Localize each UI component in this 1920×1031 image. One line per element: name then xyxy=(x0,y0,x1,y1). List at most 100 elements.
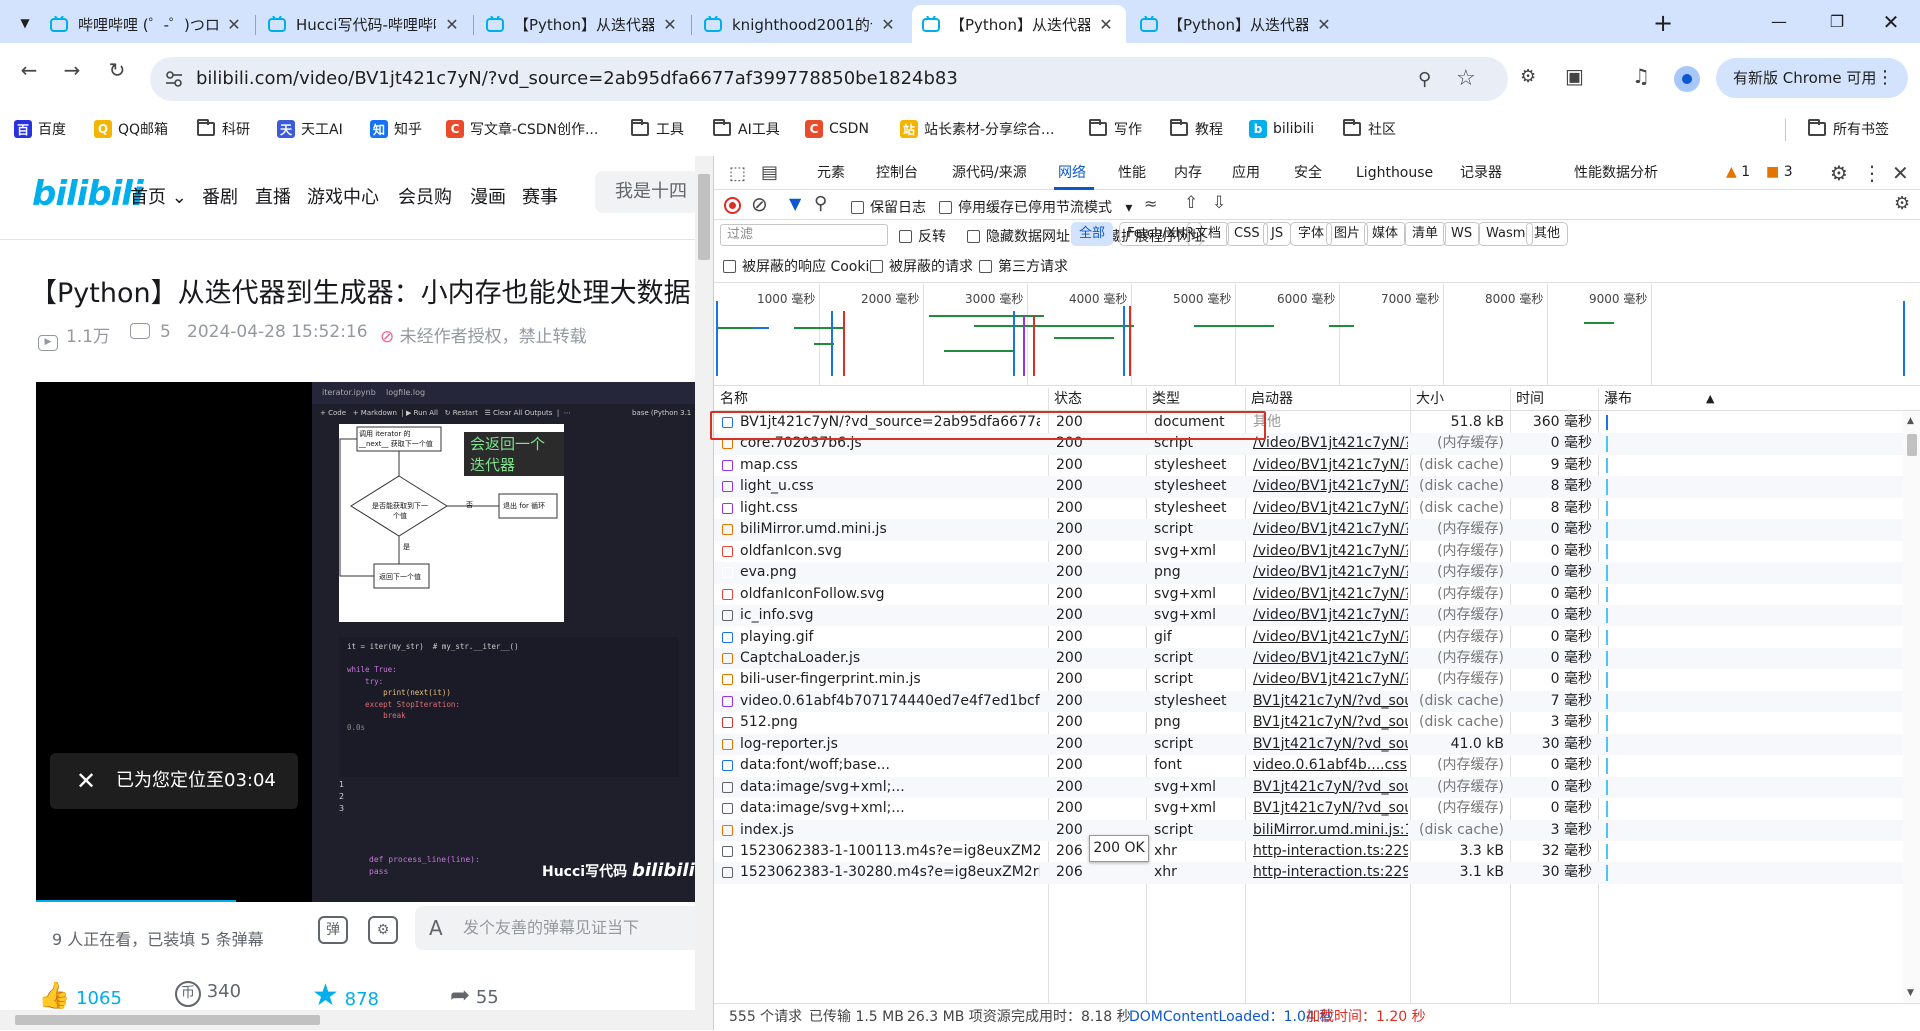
request-row[interactable]: oldfanIconFollow.svg 200 svg+xml/video/BV1… xyxy=(714,584,1920,605)
coin-button[interactable]: 币 340 xyxy=(175,981,241,1007)
tab-search-button[interactable]: ▼ xyxy=(10,9,40,37)
scrollbar-thumb[interactable] xyxy=(15,1015,320,1025)
type-filter-chip[interactable]: 图片 xyxy=(1326,222,1369,246)
throttling-select[interactable]: 已停用节流模式 ▾ xyxy=(1014,197,1132,217)
request-row[interactable]: core.702037b6.js 200 script/video/BV1jt421… xyxy=(714,433,1920,455)
request-row[interactable]: data:image/svg+xml;... 200 svg+xml BV1jt421… xyxy=(714,776,1920,799)
request-initiator[interactable]: BV1jt421c7yN/?vd_source... xyxy=(1253,712,1408,733)
blocked-requests-checkbox[interactable]: 被屏蔽的请求 xyxy=(870,256,973,276)
request-initiator[interactable]: /video/BV1jt421c7yN/?vd ... xyxy=(1253,433,1408,454)
request-row[interactable]: BV1jt421c7yN/?vd_source=2ab95dfa6677af39… xyxy=(714,412,1920,433)
browser-tab[interactable]: 【Python】从迭代器到生成 ✕ xyxy=(912,5,1126,43)
warnings-badge[interactable]: ▲ 1 xyxy=(1726,164,1750,180)
request-initiator[interactable]: biliMirror.umd.mini.js:1 xyxy=(1253,820,1408,841)
type-filter-chip[interactable]: JS xyxy=(1263,222,1292,246)
third-party-checkbox[interactable]: 第三方请求 xyxy=(979,256,1068,276)
danmaku-settings-icon[interactable]: ⚙ xyxy=(368,916,398,944)
network-settings-icon[interactable]: ⚙ xyxy=(1894,193,1910,214)
devtools-tab[interactable]: 元素 xyxy=(817,156,845,190)
extensions-icon[interactable]: ⚙ xyxy=(1520,66,1544,90)
type-filter-chip[interactable]: 全部 xyxy=(1071,222,1114,246)
media-icon[interactable]: ♫ xyxy=(1632,64,1650,88)
col-size[interactable]: 大小 xyxy=(1416,388,1444,410)
favorite-button[interactable]: ★ 878 xyxy=(312,978,379,1013)
browser-tab[interactable]: Hucci写代码-哔哩哔哩_bili ✕ xyxy=(258,5,472,43)
devtools-tab[interactable]: 源代码/来源 xyxy=(952,156,1027,190)
hide-data-urls-checkbox[interactable]: 隐藏数据网址 xyxy=(967,226,1070,246)
request-row[interactable]: oldfanIcon.svg 200 svg+xml/video/BV1jt421c… xyxy=(714,541,1920,562)
bookmark-item[interactable]: 知知乎 xyxy=(370,115,422,143)
browser-tab[interactable]: 【Python】从迭代器到生成 ✕ xyxy=(1130,5,1344,43)
request-row[interactable]: video.0.61abf4b707174440ed7e4f7ed1bcf673… xyxy=(714,690,1920,713)
minimize-icon[interactable]: — xyxy=(1750,0,1808,43)
request-initiator[interactable]: /video/BV1jt421c7yN/?vd ... xyxy=(1253,498,1408,519)
request-row[interactable]: data:image/svg+xml;... 200 svg+xml BV1jt421… xyxy=(714,798,1920,819)
request-initiator[interactable]: /video/BV1jt421c7yN/?vd ... xyxy=(1253,648,1408,669)
search-icon[interactable]: ⚲ xyxy=(814,193,827,214)
browser-tab[interactable]: knighthood2001的个人空间 ✕ xyxy=(694,5,908,43)
request-initiator[interactable]: BV1jt421c7yN/?vd_source... xyxy=(1253,777,1408,798)
request-initiator[interactable]: /video/BV1jt421c7yN/?vd ... xyxy=(1253,669,1408,690)
bookmark-item[interactable]: 天天工AI xyxy=(277,115,343,143)
bookmark-item[interactable]: 教程 xyxy=(1170,115,1223,143)
url-text[interactable]: bilibili.com/video/BV1jt421c7yN/?vd_sour… xyxy=(196,57,958,101)
back-icon[interactable]: ← xyxy=(12,53,46,87)
request-initiator[interactable]: /video/BV1jt421c7yN/?vd ... xyxy=(1253,476,1408,497)
update-chrome-button[interactable]: 有新版 Chrome 可用 ⋮ xyxy=(1716,58,1908,98)
type-filter-chip[interactable]: CSS xyxy=(1226,222,1268,246)
request-row[interactable]: light.css 200 stylesheet/video/BV1jt421c7y… xyxy=(714,498,1920,519)
nav-bangumi[interactable]: 番剧 xyxy=(202,183,238,209)
browser-tab[interactable]: 哔哩哔哩 (゜-゜)つロ 干杯 ✕ xyxy=(40,5,254,43)
nav-game-center[interactable]: 游戏中心 xyxy=(307,183,379,209)
invert-checkbox[interactable]: 反转 xyxy=(899,226,946,246)
preserve-log-checkbox[interactable]: 保留日志 xyxy=(851,197,926,217)
devtools-tab[interactable]: 记录器 xyxy=(1460,156,1502,190)
request-row[interactable]: map.css 200 stylesheet/video/BV1jt421c7yN/… xyxy=(714,455,1920,476)
col-status[interactable]: 状态 xyxy=(1054,388,1082,410)
bookmark-item[interactable]: Q QQ邮箱 xyxy=(94,115,168,143)
request-initiator[interactable]: /video/BV1jt421c7yN/?vd ... xyxy=(1253,455,1408,476)
nav-live[interactable]: 直播 xyxy=(255,183,291,209)
page-vertical-scrollbar[interactable] xyxy=(695,156,713,1030)
blocked-cookies-checkbox[interactable]: 被屏蔽的响应 Cookie xyxy=(723,256,878,276)
close-tab-icon[interactable]: ✕ xyxy=(1096,14,1116,34)
device-toolbar-icon[interactable]: ▤ xyxy=(761,162,778,183)
puzzle-icon[interactable]: ▣ xyxy=(1565,64,1584,88)
request-initiator[interactable]: /video/BV1jt421c7yN/?vd ... xyxy=(1253,584,1408,605)
request-initiator[interactable]: http-interaction.ts:229 xyxy=(1253,841,1408,862)
col-waterfall[interactable]: 瀑布 ▲ xyxy=(1604,388,1714,410)
forward-icon[interactable]: → xyxy=(55,53,89,87)
site-search-input[interactable]: 我是十四 xyxy=(595,171,695,213)
bookmark-item[interactable]: b bilibili xyxy=(1249,115,1314,143)
export-har-icon[interactable]: ⇩ xyxy=(1212,193,1226,213)
danmaku-toggle-icon[interactable]: 弹 xyxy=(318,916,348,944)
video-progress[interactable] xyxy=(36,900,236,902)
new-tab-button[interactable]: + xyxy=(1648,8,1678,38)
clear-icon[interactable]: ⊘ xyxy=(751,192,768,216)
type-filter-chip[interactable]: 媒体 xyxy=(1364,222,1407,246)
request-initiator[interactable]: /video/BV1jt421c7yN/?vd ... xyxy=(1253,541,1408,562)
avatar[interactable] xyxy=(1674,66,1700,92)
request-initiator[interactable]: BV1jt421c7yN/?vd_source... xyxy=(1253,734,1408,755)
network-conditions-icon[interactable]: ≈ xyxy=(1144,194,1157,213)
bookmark-item[interactable]: 站站长素材-分享综合... xyxy=(900,115,1054,143)
horizontal-scrollbar[interactable] xyxy=(0,1010,695,1030)
bookmark-item[interactable]: 工具 xyxy=(631,115,684,143)
close-toast-icon[interactable]: ✕ xyxy=(76,753,96,809)
request-row[interactable]: 1523062383-1-100113.m4s?e=ig8euxZM2rNcNb… xyxy=(714,841,1920,862)
import-har-icon[interactable]: ⇧ xyxy=(1184,193,1198,213)
bookmark-item[interactable]: C CSDN xyxy=(805,115,869,143)
devtools-tab[interactable]: Lighthouse xyxy=(1356,156,1433,190)
nav-vip-shop[interactable]: 会员购 xyxy=(398,183,452,209)
bookmark-item[interactable]: AI工具 xyxy=(713,115,780,143)
request-row[interactable]: biliMirror.umd.mini.js 200 script/video/BV… xyxy=(714,519,1920,541)
request-row[interactable]: eva.png 200 png/video/BV1jt421c7yN/?vd ...… xyxy=(714,562,1920,584)
bilibili-logo[interactable]: bilibili xyxy=(32,174,144,214)
bookmark-item[interactable]: 科研 xyxy=(197,115,250,143)
share-button[interactable]: ➦ 55 xyxy=(450,981,499,1009)
close-tab-icon[interactable]: ✕ xyxy=(878,14,898,34)
request-row[interactable]: light_u.css 200 stylesheet/video/BV1jt421c… xyxy=(714,476,1920,498)
devtools-tab[interactable]: 网络 xyxy=(1058,156,1086,190)
request-initiator[interactable]: BV1jt421c7yN/?vd_source... xyxy=(1253,798,1408,819)
devtools-tab[interactable]: 性能 xyxy=(1118,156,1146,190)
